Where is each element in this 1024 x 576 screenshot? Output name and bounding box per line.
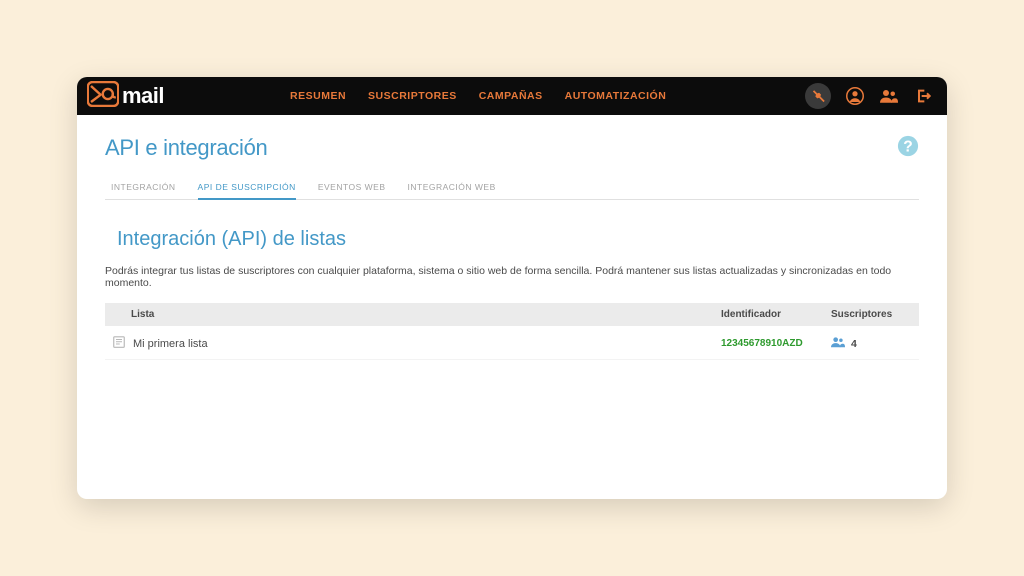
svg-text:?: ? [903, 139, 913, 156]
subscribers-count: 4 [851, 338, 857, 350]
account-icon[interactable] [845, 86, 865, 106]
section: Integración (API) de listas Podrás integ… [105, 228, 919, 360]
page-content: API e integración ? INTEGRACIÓN API DE S… [77, 115, 947, 499]
nav-suscriptores[interactable]: SUSCRIPTORES [368, 90, 457, 102]
row-lista: Mi primera lista [133, 338, 721, 350]
nav-automatizacion[interactable]: AUTOMATIZACIÓN [565, 90, 667, 102]
col-lista: Lista [113, 309, 721, 320]
section-title: Integración (API) de listas [117, 228, 919, 251]
logo-icon [87, 81, 119, 112]
col-identificador: Identificador [721, 309, 831, 320]
users-icon[interactable] [879, 86, 899, 106]
tab-integracion[interactable]: INTEGRACIÓN [111, 177, 176, 199]
tab-eventos-web[interactable]: EVENTOS WEB [318, 177, 386, 199]
header-actions [805, 83, 933, 109]
section-description: Podrás integrar tus listas de suscriptor… [105, 265, 919, 289]
app-window: mail RESUMEN SUSCRIPTORES CAMPAÑAS AUTOM… [77, 77, 947, 499]
brand-name: mail [122, 83, 164, 109]
logout-icon[interactable] [913, 86, 933, 106]
tab-api-suscripcion[interactable]: API DE SUSCRIPCIÓN [198, 177, 296, 200]
row-identificador: 12345678910AZD [721, 338, 831, 349]
main-nav: RESUMEN SUSCRIPTORES CAMPAÑAS AUTOMATIZA… [290, 90, 666, 102]
list-icon [113, 336, 133, 351]
help-icon[interactable]: ? [897, 135, 919, 157]
col-suscriptores: Suscriptores [831, 309, 911, 320]
brand-logo[interactable]: mail [87, 81, 164, 112]
tools-icon[interactable] [805, 83, 831, 109]
tabs: INTEGRACIÓN API DE SUSCRIPCIÓN EVENTOS W… [105, 177, 919, 200]
page-title: API e integración [105, 135, 919, 161]
row-suscriptores: 4 [831, 336, 911, 351]
table-row[interactable]: Mi primera lista 12345678910AZD 4 [105, 326, 919, 360]
nav-resumen[interactable]: RESUMEN [290, 90, 346, 102]
nav-campanas[interactable]: CAMPAÑAS [479, 90, 543, 102]
lists-table: Lista Identificador Suscriptores Mi prim… [105, 303, 919, 360]
subscribers-icon [831, 336, 845, 351]
header-bar: mail RESUMEN SUSCRIPTORES CAMPAÑAS AUTOM… [77, 77, 947, 115]
tab-integracion-web[interactable]: INTEGRACIÓN WEB [408, 177, 496, 199]
table-header: Lista Identificador Suscriptores [105, 303, 919, 326]
